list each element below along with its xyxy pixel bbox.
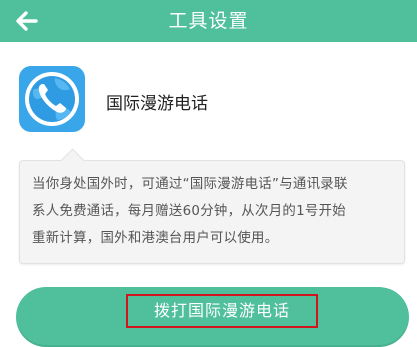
app-name: 国际漫游电话 (106, 94, 208, 114)
description-box: 当你身处国外时，可通过“国际漫游电话”与通讯录联 系人免费通话，每月赠送60分钟… (19, 148, 405, 264)
description-line: 重新计算，国外和港澳台用户可以使用。 (32, 231, 279, 246)
call-roaming-button-label[interactable]: 拨打国际漫游电话 (126, 294, 318, 328)
callout-pointer (60, 148, 85, 173)
header-bar: 工具设置 (0, 0, 417, 42)
description-line: 当你身处国外时，可通过“国际漫游电话”与通讯录联 (32, 177, 348, 192)
description-text: 当你身处国外时，可通过“国际漫游电话”与通讯录联 系人免费通话，每月赠送60分钟… (32, 171, 392, 252)
description-line: 系人免费通话，每月赠送60分钟，从次月的1号开始 (32, 204, 346, 219)
page-title: 工具设置 (168, 10, 249, 32)
phone-globe-icon (19, 66, 85, 132)
